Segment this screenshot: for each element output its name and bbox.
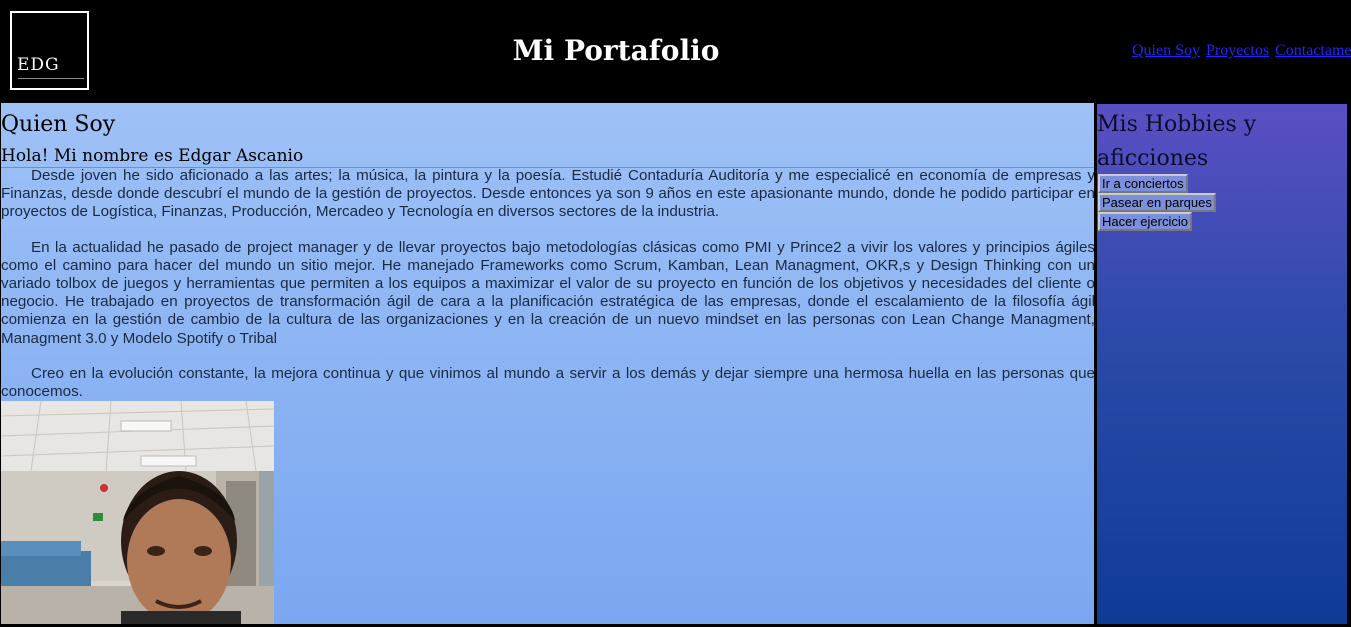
- about-paragraph: Desde joven he sido aficionado a las art…: [1, 167, 1095, 221]
- about-paragraph: Creo en la evolución constante, la mejor…: [1, 364, 1095, 401]
- about-section: Quien Soy Hola! Mi nombre es Edgar Ascan…: [0, 102, 1095, 625]
- hobby-button-parques[interactable]: Pasear en parques: [1098, 193, 1216, 212]
- top-nav: Quien Soy Proyectos Contactame: [1132, 42, 1351, 60]
- profile-photo: [1, 401, 274, 624]
- about-paragraph: En la actualidad he pasado de project ma…: [1, 238, 1095, 347]
- nav-link-contactame[interactable]: Contactame: [1275, 42, 1351, 59]
- about-text: Desde joven he sido aficionado a las art…: [1, 167, 1095, 401]
- site-header: EDG Mi Portafolio Quien Soy Proyectos Co…: [0, 0, 1351, 102]
- logo-tagline-line: [18, 78, 84, 79]
- hobbies-list: Ir a conciertos Pasear en parques Hacer …: [1098, 174, 1216, 231]
- hobby-button-ejercicio[interactable]: Hacer ejercicio: [1098, 212, 1192, 231]
- nav-link-proyectos[interactable]: Proyectos: [1206, 42, 1269, 59]
- hobby-button-conciertos[interactable]: Ir a conciertos: [1098, 174, 1188, 193]
- page-title: Mi Portafolio: [512, 34, 720, 67]
- section-subheading: Hola! Mi nombre es Edgar Ascanio: [1, 146, 1094, 168]
- section-heading: Quien Soy: [1, 112, 116, 137]
- hobbies-panel: Mis Hobbies y aficciones Ir a conciertos…: [1095, 102, 1349, 626]
- hobbies-heading: Mis Hobbies y aficciones: [1097, 112, 1257, 171]
- nav-link-quien-soy[interactable]: Quien Soy: [1132, 42, 1200, 59]
